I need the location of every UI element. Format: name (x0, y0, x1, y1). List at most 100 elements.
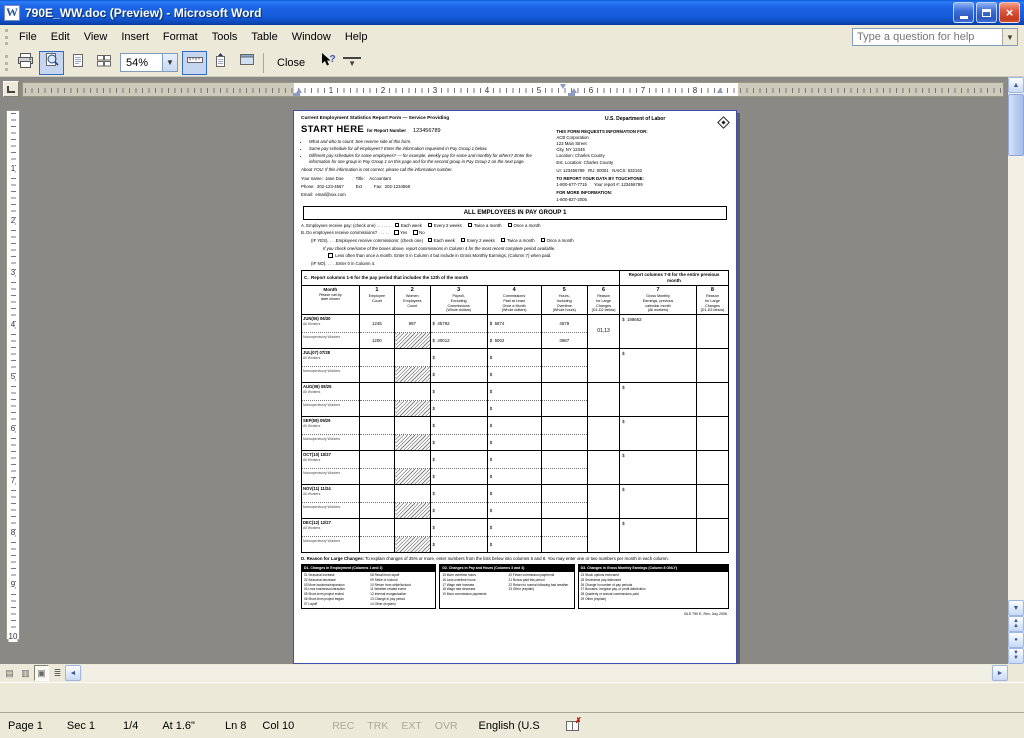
first-line-indent-marker[interactable] (560, 84, 566, 89)
close-window-button[interactable]: × (999, 2, 1020, 23)
status-toggle-ext[interactable]: EXT (401, 720, 421, 732)
nonsupervisory-label: Nonsupervisory Workers (303, 369, 358, 373)
table-cell: $ (487, 349, 541, 367)
menu-format[interactable]: Format (156, 27, 205, 47)
multiple-pages-button[interactable] (91, 51, 116, 75)
menu-window[interactable]: Window (285, 27, 338, 47)
tab-stop-selector[interactable] (3, 81, 19, 97)
zoom-combobox[interactable]: 54% ▼ (120, 53, 178, 72)
status-toggle-rec[interactable]: REC (332, 720, 354, 732)
all-workers-label: All Workers (303, 390, 358, 394)
horizontal-scroll-track[interactable] (82, 665, 991, 681)
checkbox-icon (428, 238, 433, 243)
close-preview-button[interactable]: Close (268, 53, 314, 73)
toolbar-grip[interactable] (5, 55, 8, 71)
scroll-right-button[interactable]: ► (992, 665, 1008, 681)
all-workers-label: All Workers (303, 526, 358, 530)
nonsupervisory-label: Nonsupervisory Workers (303, 471, 358, 475)
status-column: Col 10 (262, 720, 294, 732)
menu-table[interactable]: Table (244, 27, 284, 47)
vertical-scroll-thumb[interactable] (1008, 94, 1024, 156)
table-cell (359, 519, 394, 537)
checkbox-label: Yes (400, 230, 407, 235)
ruler-number: 2 (380, 86, 386, 95)
header-line: (D1-D2 below) (588, 308, 619, 313)
ruler-number: 4 (11, 320, 15, 330)
menu-file[interactable]: File (12, 27, 44, 47)
left-indent-box-marker[interactable] (293, 93, 300, 96)
multiple-pages-icon (96, 53, 112, 73)
hanging-indent-box-marker[interactable] (568, 93, 575, 96)
checkbox-icon (468, 223, 473, 228)
normal-view-button[interactable]: ▤ (2, 665, 17, 681)
month-row-all-workers: JUL(07) 07/28All Workers$$$ (302, 349, 729, 367)
document-page[interactable]: Current Employment Statistics Report For… (293, 110, 737, 664)
web-layout-view-button[interactable]: ▥ (18, 665, 33, 681)
maximize-button[interactable] (976, 2, 997, 23)
shrink-to-fit-button[interactable] (208, 51, 233, 75)
month-row-all-workers: JUN(06) 06/30All Workers1245987$ 45792$ … (302, 315, 729, 333)
table-cell (395, 349, 430, 367)
reason-code-cell (588, 451, 620, 485)
column-number: 5 (542, 287, 588, 294)
table-cell (395, 503, 430, 519)
status-language[interactable]: English (U.S (479, 720, 540, 732)
status-toggle-trk[interactable]: TRK (367, 720, 388, 732)
print-layout-view-button[interactable]: ▣ (34, 665, 49, 681)
zoom-dropdown-arrow[interactable]: ▼ (162, 54, 177, 71)
previous-page-button[interactable]: ▲▲ (1008, 616, 1024, 632)
outline-view-button[interactable]: ≣ (50, 665, 65, 681)
d3-box: D3. Changes in Gross Monthly Earnings (C… (578, 564, 729, 608)
month-label: NOV(11) 11/24 (303, 486, 358, 492)
question-input[interactable] (853, 31, 1002, 43)
word-window: W 790E_WW.doc (Preview) - Microsoft Word… (0, 0, 1024, 738)
nonsupervisory-label: Nonsupervisory Workers (303, 539, 358, 543)
header-line: Count (395, 304, 429, 309)
month-row-all-workers: NOV(11) 11/24All Workers$$$ (302, 485, 729, 503)
menu-help[interactable]: Help (338, 27, 375, 47)
form-header: Current Employment Statistics Report For… (301, 116, 729, 202)
table-cell (541, 417, 588, 435)
toolbar-grip[interactable] (5, 29, 8, 45)
view-ruler-button[interactable] (182, 51, 207, 75)
table-cell (395, 451, 430, 469)
form-bullet: Different pay schedules for some employe… (309, 153, 551, 165)
table-cell (541, 383, 588, 401)
all-workers-label: All Workers (303, 492, 358, 496)
vertical-scrollbar[interactable]: ▲ ▼ ▲▲ ● ▼▼ (1008, 77, 1024, 664)
ruler-number: 6 (11, 424, 15, 434)
right-indent-marker[interactable] (717, 88, 723, 93)
next-page-button[interactable]: ▼▼ (1008, 648, 1024, 664)
menu-edit[interactable]: Edit (44, 27, 77, 47)
menu-tools[interactable]: Tools (205, 27, 245, 47)
minimize-button[interactable] (953, 2, 974, 23)
ruler-number: 7 (640, 86, 646, 95)
print-button[interactable] (13, 51, 38, 75)
table-cell: $ (430, 503, 487, 519)
table-cell: 1200 (359, 333, 394, 349)
horizontal-scrollbar[interactable]: ▤ ▥ ▣ ≣ ◄ ► (0, 664, 1008, 682)
menu-view[interactable]: View (77, 27, 115, 47)
table-cell (359, 485, 394, 503)
ruler-number: 9 (11, 580, 15, 590)
select-browse-object-button[interactable]: ● (1008, 632, 1024, 648)
scroll-left-button[interactable]: ◄ (65, 665, 81, 681)
status-toggle-ovr[interactable]: OVR (435, 720, 458, 732)
magnifier-button[interactable] (39, 51, 64, 75)
table-cell (359, 383, 394, 401)
company-est-location: Est. Location: Charles County (556, 160, 729, 166)
spelling-status-icon[interactable]: ✗ (566, 721, 579, 731)
full-screen-button[interactable] (234, 51, 259, 75)
scroll-up-button[interactable]: ▲ (1008, 77, 1024, 93)
month-label: OCT(10) 10/27 (303, 452, 358, 458)
ask-a-question-box[interactable]: ▼ (852, 28, 1018, 46)
header-line: (Whole hours) (542, 308, 588, 313)
menu-insert[interactable]: Insert (114, 27, 156, 47)
one-page-button[interactable] (65, 51, 90, 75)
chevron-down-icon[interactable]: ▼ (1002, 29, 1017, 45)
reason-code-cell: 01,13 (588, 315, 620, 349)
toolbar-options-icon[interactable]: ▼ (343, 57, 361, 69)
table-cell (359, 451, 394, 469)
help-button[interactable]: ? (315, 51, 340, 75)
scroll-down-button[interactable]: ▼ (1008, 600, 1024, 616)
